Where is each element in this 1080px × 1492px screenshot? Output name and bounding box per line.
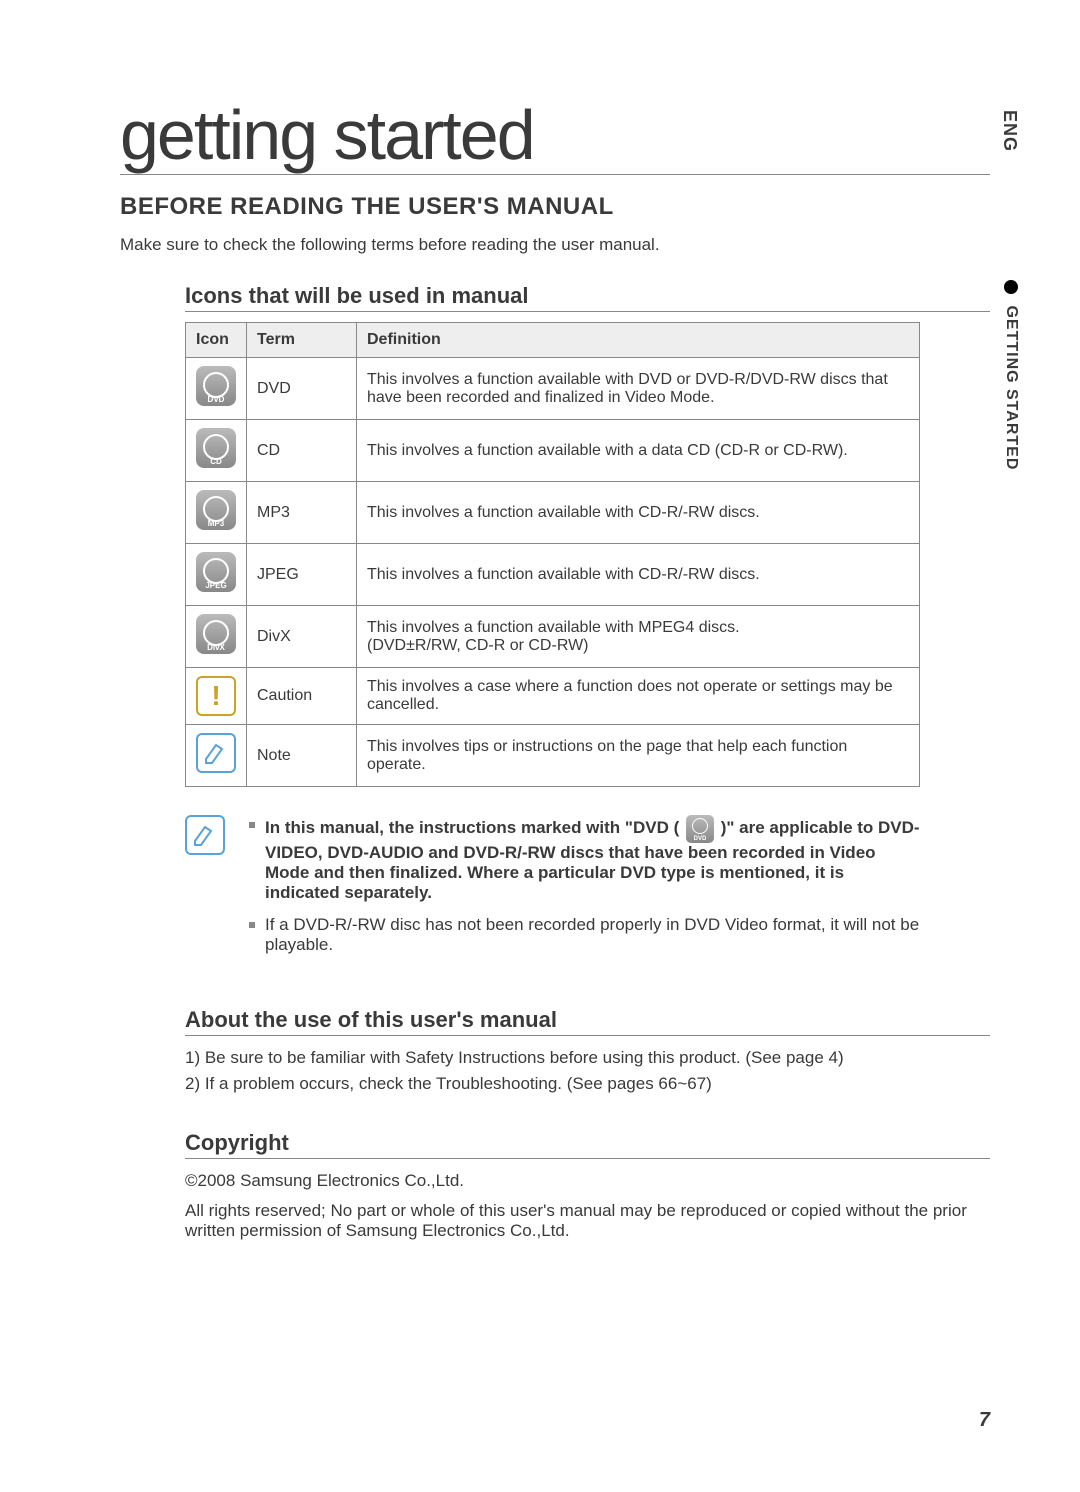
heading-before-reading: BEFORE READING THE USER'S MANUAL [120, 193, 990, 221]
table-row: Note This involves tips or instructions … [186, 725, 920, 787]
list-item: 2) If a problem occurs, check the Troubl… [185, 1074, 990, 1094]
table-row: DivX DivX This involves a function avail… [186, 606, 920, 668]
language-tab: ENG [999, 110, 1020, 152]
definition-cell: This involves tips or instructions on th… [357, 725, 920, 787]
term-cell: DVD [247, 358, 357, 420]
dvd-inline-icon: DVD [686, 815, 714, 843]
icon-label: MP3 [196, 519, 236, 528]
term-cell: JPEG [247, 544, 357, 606]
section-tab: GETTING STARTED [1002, 280, 1020, 470]
table-row: DVD DVD This involves a function availab… [186, 358, 920, 420]
note-text: If a DVD-R/-RW disc has not been recorde… [265, 915, 919, 954]
icon-label: DVD [686, 836, 714, 842]
bullet-icon [1004, 280, 1018, 294]
note-icon [196, 733, 236, 773]
definition-cell: This involves a function available with … [357, 358, 920, 420]
th-term: Term [247, 323, 357, 358]
heading-about: About the use of this user's manual [185, 1007, 990, 1036]
icon-label: JPEG [196, 581, 236, 590]
manual-page: ENG GETTING STARTED getting started BEFO… [0, 0, 1080, 1492]
table-row: CD CD This involves a function available… [186, 420, 920, 482]
divx-icon: DivX [196, 614, 236, 654]
intro-text: Make sure to check the following terms b… [120, 235, 990, 255]
list-item: 1) Be sure to be familiar with Safety In… [185, 1048, 990, 1068]
icon-label: DivX [196, 643, 236, 652]
definition-cell: This involves a function available with … [357, 420, 920, 482]
note-item: If a DVD-R/-RW disc has not been recorde… [249, 915, 920, 955]
term-cell: MP3 [247, 482, 357, 544]
table-row: JPEG JPEG This involves a function avail… [186, 544, 920, 606]
jpeg-icon: JPEG [196, 552, 236, 592]
table-row: ! Caution This involves a case where a f… [186, 668, 920, 725]
definition-cell: This involves a case where a function do… [357, 668, 920, 725]
th-definition: Definition [357, 323, 920, 358]
note-icon [185, 815, 225, 855]
icon-label: DVD [196, 395, 236, 404]
definition-cell: This involves a function available with … [357, 606, 920, 668]
mp3-icon: MP3 [196, 490, 236, 530]
heading-icons: Icons that will be used in manual [185, 283, 990, 312]
th-icon: Icon [186, 323, 247, 358]
definition-cell: This involves a function available with … [357, 544, 920, 606]
caution-icon: ! [196, 676, 236, 716]
copyright-line: All rights reserved; No part or whole of… [185, 1201, 990, 1241]
page-title: getting started [120, 100, 990, 175]
table-row: MP3 MP3 This involves a function availab… [186, 482, 920, 544]
icons-table: Icon Term Definition DVD DVD This involv… [185, 322, 920, 787]
term-cell: CD [247, 420, 357, 482]
copyright-body: ©2008 Samsung Electronics Co.,Ltd. All r… [185, 1171, 990, 1241]
note-text: In this manual, the instructions marked … [265, 818, 679, 837]
dvd-icon: DVD [196, 366, 236, 406]
page-number: 7 [979, 1409, 990, 1432]
cd-icon: CD [196, 428, 236, 468]
term-cell: DivX [247, 606, 357, 668]
definition-cell: This involves a function available with … [357, 482, 920, 544]
icon-label: CD [196, 457, 236, 466]
section-tab-label: GETTING STARTED [1003, 305, 1020, 470]
copyright-line: ©2008 Samsung Electronics Co.,Ltd. [185, 1171, 990, 1191]
term-cell: Caution [247, 668, 357, 725]
note-item: In this manual, the instructions marked … [249, 815, 920, 903]
notes-block: In this manual, the instructions marked … [185, 815, 920, 967]
heading-copyright: Copyright [185, 1130, 990, 1159]
about-list: 1) Be sure to be familiar with Safety In… [185, 1048, 990, 1094]
term-cell: Note [247, 725, 357, 787]
